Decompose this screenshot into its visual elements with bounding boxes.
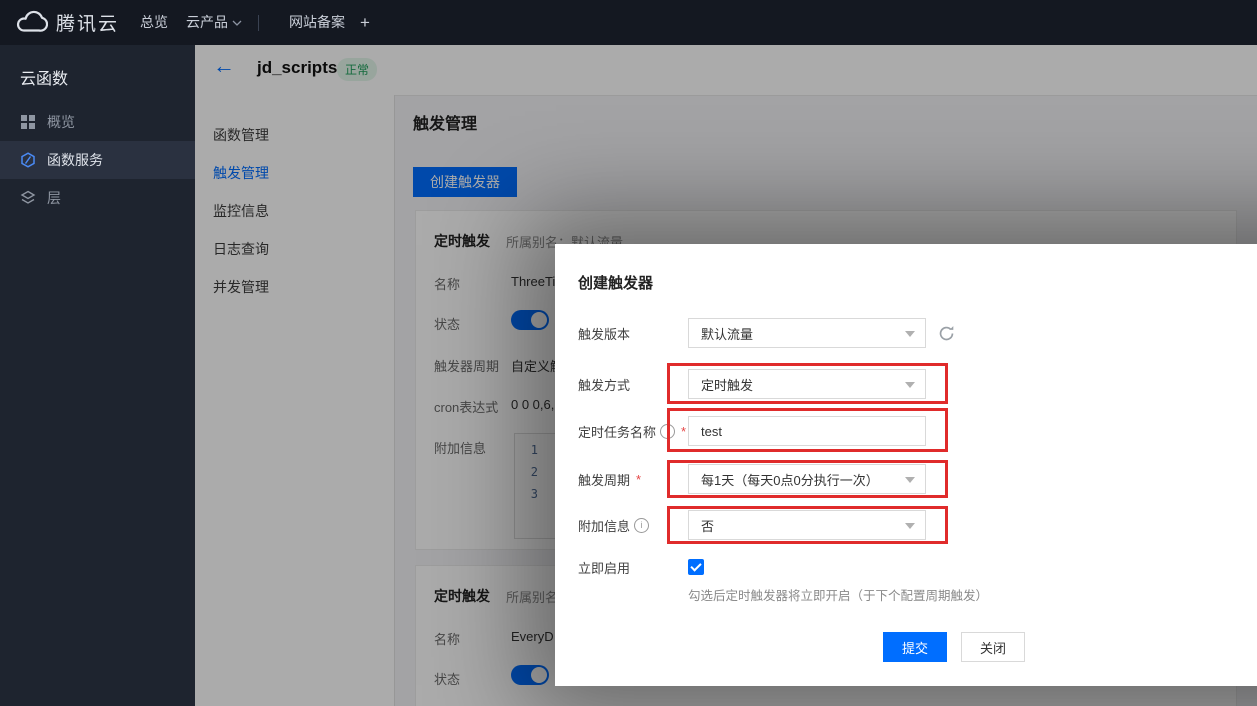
required-asterisk: * <box>681 424 686 439</box>
trigger-method-value: 定时触发 <box>701 375 753 394</box>
cloud-logo-icon <box>14 10 48 36</box>
trigger-period-select[interactable]: 每1天（每天0点0分执行一次） <box>688 464 926 494</box>
label-enable-now: 立即启用 <box>578 552 630 582</box>
nav-item-cloud-products[interactable]: 云产品 <box>186 0 228 45</box>
grid-icon <box>20 114 36 130</box>
label-task-name: 定时任务名称 i * <box>578 416 686 446</box>
trigger-period-value: 每1天（每天0点0分执行一次） <box>701 470 879 489</box>
extra-info-select[interactable]: 否 <box>688 510 926 540</box>
app-root: 腾讯云 总览 云产品 网站备案 + 云函数 概览 函数服务 <box>0 0 1257 706</box>
chevron-down-icon <box>232 20 242 26</box>
submit-button[interactable]: 提交 <box>883 632 947 662</box>
create-trigger-modal: 创建触发器 触发版本 默认流量 触发方式 定时触发 定时任务名称 i * 触发周 <box>555 244 1257 686</box>
label-trigger-period: 触发周期 * <box>578 464 641 494</box>
product-title: 云函数 <box>20 65 68 89</box>
sidebar-item-label: 概览 <box>47 112 75 132</box>
refresh-icon[interactable] <box>938 325 955 342</box>
required-asterisk: * <box>636 472 641 487</box>
nav-divider <box>258 15 259 31</box>
nav-item-overview[interactable]: 总览 <box>140 0 168 45</box>
layers-icon <box>20 190 36 206</box>
info-icon: i <box>660 424 675 439</box>
sidebar-item-layers[interactable]: 层 <box>0 179 195 217</box>
sidebar-item-overview[interactable]: 概览 <box>0 103 195 141</box>
close-button[interactable]: 关闭 <box>961 632 1025 662</box>
chevron-down-icon <box>905 382 915 388</box>
label-trigger-version: 触发版本 <box>578 318 630 348</box>
trigger-method-select[interactable]: 定时触发 <box>688 369 926 399</box>
sidebar-item-label: 层 <box>47 188 61 208</box>
task-name-input[interactable] <box>688 416 926 446</box>
nav-add-tab-button[interactable]: + <box>360 0 370 45</box>
trigger-version-value: 默认流量 <box>701 324 753 343</box>
nav-item-icp-filing[interactable]: 网站备案 <box>289 0 345 45</box>
left-sidebar: 云函数 概览 函数服务 层 <box>0 45 195 706</box>
modal-title: 创建触发器 <box>578 272 653 293</box>
enable-now-help: 勾选后定时触发器将立即开启（于下个配置周期触发） <box>688 585 988 604</box>
info-icon: i <box>634 518 649 533</box>
trigger-version-select[interactable]: 默认流量 <box>688 318 926 348</box>
label-extra-info: 附加信息 i <box>578 510 649 540</box>
top-navbar: 腾讯云 总览 云产品 网站备案 + <box>0 0 1257 45</box>
label-trigger-method: 触发方式 <box>578 369 630 399</box>
function-service-icon <box>20 152 36 168</box>
chevron-down-icon <box>905 477 915 483</box>
sidebar-item-label: 函数服务 <box>47 150 103 170</box>
brand-name: 腾讯云 <box>56 9 119 36</box>
chevron-down-icon <box>905 331 915 337</box>
enable-now-checkbox[interactable] <box>688 559 704 575</box>
brand-logo[interactable]: 腾讯云 <box>14 9 119 36</box>
chevron-down-icon <box>905 523 915 529</box>
sidebar-item-function-service[interactable]: 函数服务 <box>0 141 195 179</box>
extra-info-value: 否 <box>701 516 714 535</box>
